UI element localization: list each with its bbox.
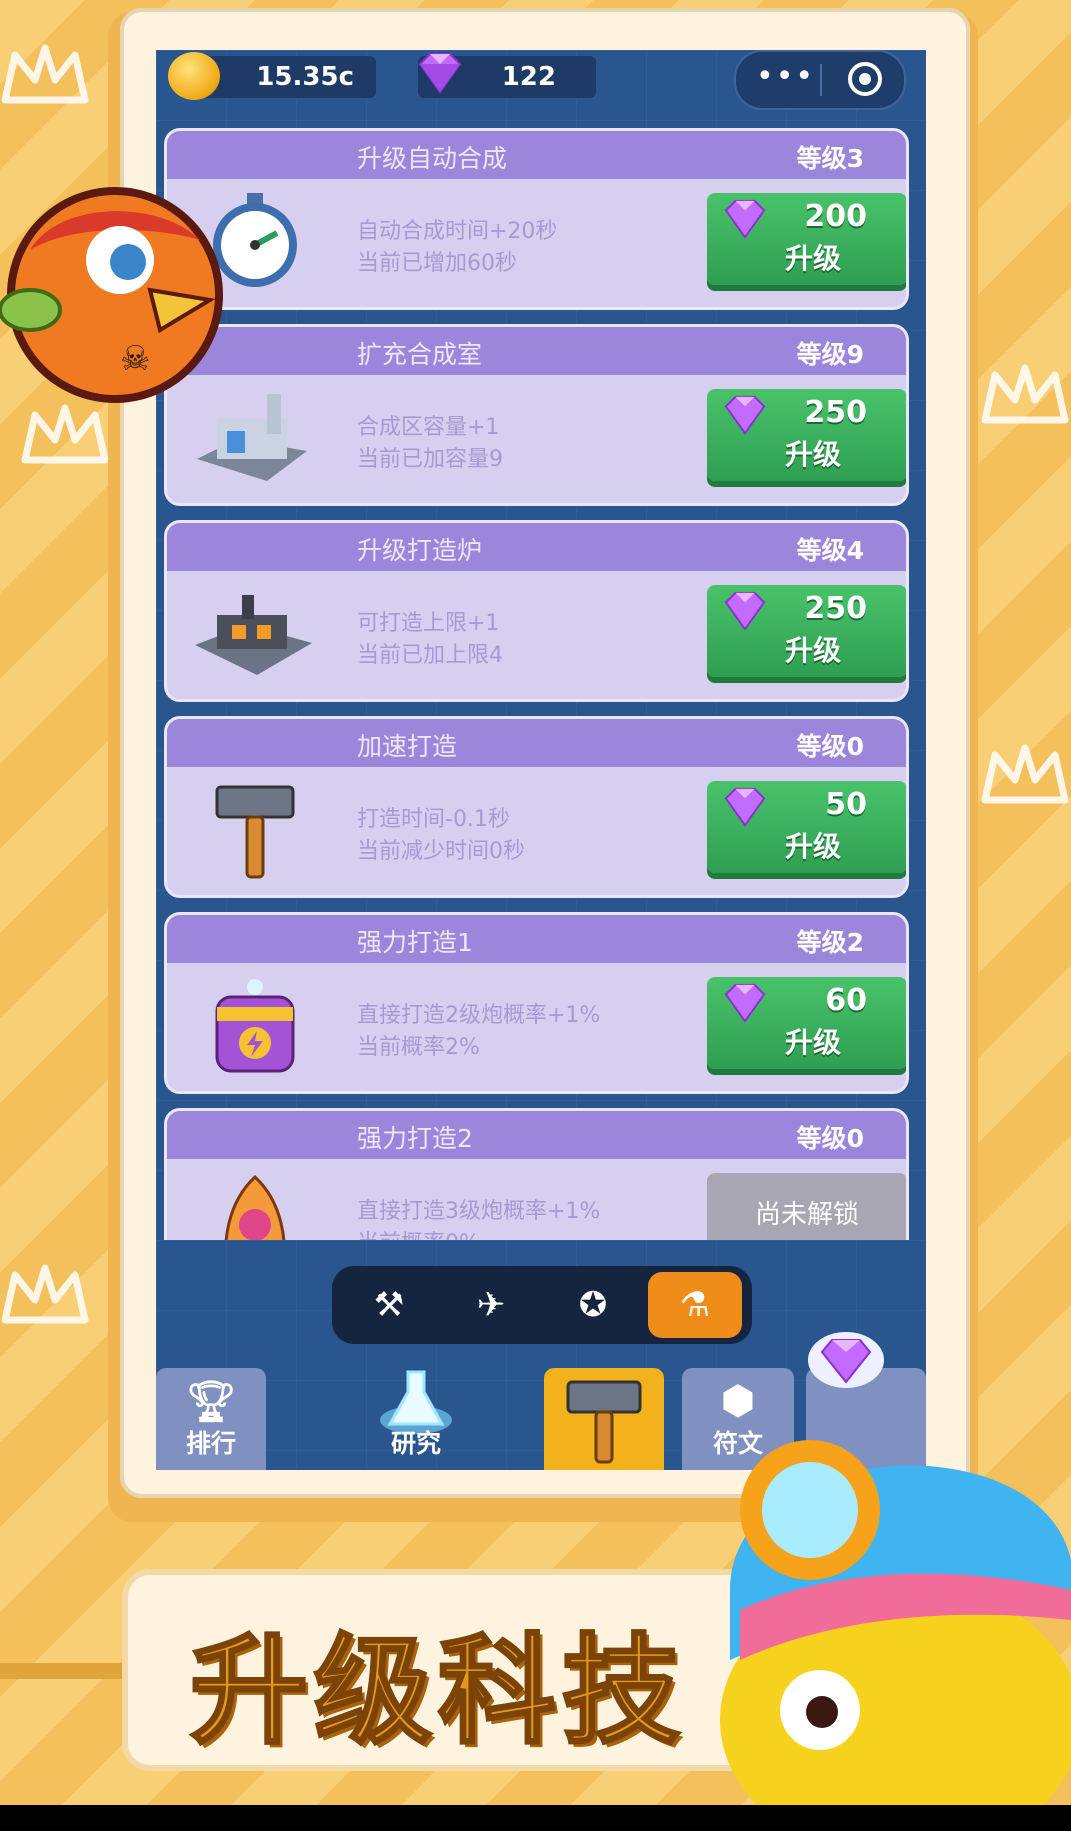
forge-icon [195, 595, 312, 675]
upgrade-button[interactable]: 200 升级 [707, 193, 906, 285]
rocket-icon [224, 1174, 286, 1240]
card-header: 升级自动合成 等级3 [167, 131, 906, 179]
crown-icon [0, 1260, 90, 1330]
card-header: 扩充合成室 等级9 [167, 327, 906, 375]
card-level: 等级9 [796, 340, 864, 369]
coin-counter: 15.35c [168, 52, 376, 100]
crown-icon [20, 400, 110, 470]
mini-program-capsule: ••• [734, 50, 906, 110]
gem-icon [724, 199, 766, 239]
nav-rank[interactable]: 🏆︎ 排行 [156, 1368, 266, 1470]
gem-counter: 122 [418, 53, 596, 98]
upgrade-cost: 200 [804, 199, 867, 234]
tab-missile[interactable]: ✈ [444, 1272, 538, 1338]
card-desc: 可打造上限+1 [357, 611, 500, 636]
cannon-icon: ⚒ [373, 1285, 405, 1325]
card-level: 等级0 [796, 732, 864, 761]
card-current: 当前已加容量9 [357, 447, 503, 472]
tab-cannon[interactable]: ⚒ [342, 1272, 436, 1338]
coin-value: 15.35c [256, 62, 354, 92]
upgrade-cost: 250 [804, 395, 867, 430]
card-current: 当前概率0% [357, 1225, 480, 1240]
upgrade-label: 升级 [785, 1026, 842, 1059]
gem-icon [418, 53, 462, 94]
nav-research-label: 研究 [390, 1429, 441, 1458]
nav-research[interactable]: 研究 [346, 1368, 486, 1470]
game-screen: 15.35c 122 ••• 升级自动合成 等级3 自动合成时间+20秒 当前已… [156, 50, 926, 1470]
category-tabs: ⚒ ✈ ✪ ⚗ [332, 1266, 752, 1344]
card-header: 强力打造2 等级0 [167, 1111, 906, 1159]
upgrade-card-forge: 升级打造炉 等级4 可打造上限+1 当前已加上限4 250 升级 [164, 520, 909, 702]
card-current: 当前已增加60秒 [357, 251, 517, 276]
card-title: 升级自动合成 [357, 144, 508, 173]
card-level: 等级4 [796, 536, 864, 565]
gem-value: 122 [501, 62, 556, 92]
card-header: 强力打造1 等级2 [167, 915, 906, 963]
bird-mascot-icon: ☠ [0, 187, 223, 403]
battery-icon [215, 979, 295, 1073]
upgrade-card-power-forge-2: 强力打造2 等级0 直接打造3级炮概率+1% 当前概率0% 尚未解锁 [164, 1108, 909, 1240]
hammer-icon [215, 785, 295, 879]
card-desc: 打造时间-0.1秒 [357, 807, 510, 832]
hammer-icon [566, 1380, 642, 1464]
upgrade-button[interactable]: 60 升级 [707, 977, 906, 1069]
card-level: 等级3 [796, 144, 864, 173]
card-desc: 合成区容量+1 [357, 415, 500, 440]
system-bottom-bar [0, 1805, 1071, 1831]
tab-medal[interactable]: ✪ [546, 1272, 640, 1338]
upgrade-card-power-forge-1: 强力打造1 等级2 直接打造2级炮概率+1% 当前概率2% 60 升级 [164, 912, 909, 1094]
upgrade-cost: 250 [804, 591, 867, 626]
locked-button[interactable]: 尚未解锁 [707, 1173, 906, 1240]
upgrade-cost: 50 [825, 787, 867, 822]
card-title: 强力打造2 [357, 1124, 473, 1153]
upgrade-label: 升级 [785, 830, 842, 863]
card-current: 当前已加上限4 [357, 643, 503, 668]
card-header: 加速打造 等级0 [167, 719, 906, 767]
miner-blob-mascot-icon [720, 1440, 1071, 1831]
banner-title: 升级科技 [188, 1621, 687, 1762]
missile-icon: ✈ [476, 1285, 506, 1325]
card-title: 升级打造炉 [357, 536, 483, 565]
card-title: 强力打造1 [357, 928, 473, 957]
upgrade-card-speed-forge: 加速打造 等级0 打造时间-0.1秒 当前减少时间0秒 50 升级 [164, 716, 909, 898]
more-button[interactable]: ••• [756, 62, 813, 96]
upgrade-cost: 60 [825, 983, 867, 1018]
upgrade-button[interactable]: 50 升级 [707, 781, 906, 873]
card-title: 加速打造 [357, 732, 458, 761]
crown-icon [980, 360, 1070, 430]
card-level: 等级0 [796, 1124, 864, 1153]
card-level: 等级2 [796, 928, 864, 957]
card-header: 升级打造炉 等级4 [167, 523, 906, 571]
upgrade-button[interactable]: 250 升级 [707, 585, 906, 677]
lab-icon: ⚗ [679, 1285, 711, 1325]
card-clip: 强力打造2 等级0 直接打造3级炮概率+1% 当前概率0% 尚未解锁 [156, 1108, 926, 1240]
capsule-divider [820, 64, 822, 96]
upgrade-label: 升级 [785, 242, 842, 275]
upgrade-button[interactable]: 250 升级 [707, 389, 906, 481]
gem-icon [724, 591, 766, 631]
tab-research[interactable]: ⚗ [648, 1272, 742, 1338]
coin-icon [168, 52, 220, 100]
gem-icon [724, 787, 766, 827]
upgrade-card-expand-room: 扩充合成室 等级9 合成区容量+1 当前已加容量9 250 升级 [164, 324, 909, 506]
card-desc: 自动合成时间+20秒 [357, 219, 558, 244]
card-desc: 直接打造3级炮概率+1% [357, 1199, 601, 1224]
card-desc: 直接打造2级炮概率+1% [357, 1003, 601, 1028]
gem-icon [724, 983, 766, 1023]
svg-text:☠: ☠ [120, 339, 150, 379]
nav-rank-label: 排行 [185, 1429, 236, 1458]
trophy-icon: 🏆︎ [185, 1379, 237, 1425]
nav-forge[interactable] [544, 1368, 664, 1470]
medal-icon: ✪ [578, 1285, 608, 1325]
card-title: 扩充合成室 [357, 340, 483, 369]
upgrade-label: 升级 [785, 438, 842, 471]
crown-icon [980, 740, 1070, 810]
close-target-button[interactable] [848, 62, 882, 96]
gem-icon [724, 395, 766, 435]
upgrade-label: 升级 [785, 634, 842, 667]
card-current: 当前减少时间0秒 [357, 839, 525, 864]
upgrade-card-auto-merge: 升级自动合成 等级3 自动合成时间+20秒 当前已增加60秒 200 升级 [164, 128, 909, 310]
crown-icon [0, 40, 90, 110]
card-current: 当前概率2% [357, 1035, 480, 1060]
